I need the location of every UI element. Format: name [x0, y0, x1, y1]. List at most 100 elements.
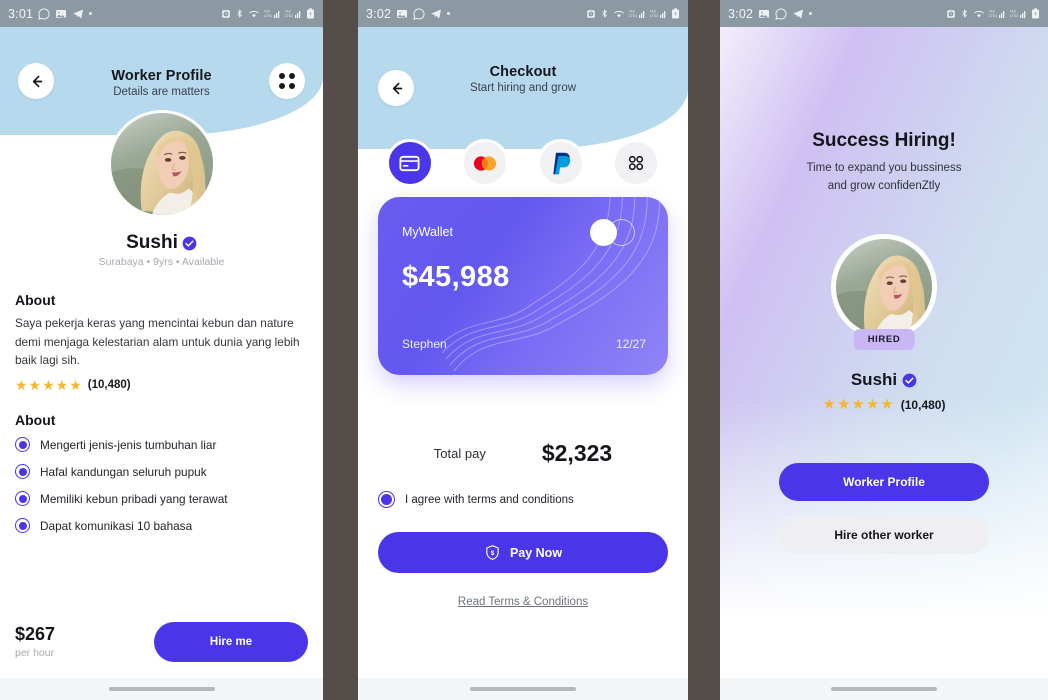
back-button[interactable]	[18, 63, 54, 99]
profile-name: Sushi	[850, 370, 898, 389]
rating-row: ★★★★★ (10,480)	[720, 397, 1048, 412]
profile-name: Sushi	[126, 232, 178, 253]
read-terms-link[interactable]: Read Terms & Conditions	[358, 596, 688, 608]
page-subtitle: Details are matters	[113, 86, 210, 98]
wallet-card[interactable]: MyWallet $45,988 Stephen 12/27	[378, 197, 668, 375]
app-bar-titles: Checkout Start hiring and grow	[414, 64, 632, 94]
about-section: About Saya pekerja keras yang mencintai …	[15, 292, 308, 392]
avatar-container	[107, 110, 216, 218]
page-title: Worker Profile	[111, 68, 212, 84]
signal-volte-1-icon: Vol LTE1	[264, 8, 281, 19]
phone-screen-worker-profile: 3:01 Vol LTE1 Vol LTE2 Worker Profile De…	[0, 0, 323, 700]
total-pay-row: Total pay $2,323	[378, 440, 668, 467]
signal-volte-2-icon: Vol LTE2	[650, 8, 667, 19]
telegram-icon	[72, 8, 84, 20]
gesture-handle[interactable]	[831, 687, 937, 691]
success-gradient-background	[720, 27, 1048, 700]
radio-selected-icon	[15, 518, 30, 533]
back-button[interactable]	[378, 70, 414, 106]
telegram-icon	[792, 8, 804, 20]
avatar-photo	[110, 113, 213, 215]
svg-text:Vol: Vol	[629, 9, 635, 14]
telegram-icon	[430, 8, 442, 20]
list-item[interactable]: Dapat komunikasi 10 bahasa	[15, 518, 308, 533]
battery-icon	[671, 8, 680, 19]
wifi-icon	[248, 9, 260, 19]
status-bar: 3:02 Vol LTE1 Vol LTE2	[358, 0, 688, 27]
total-pay-value: $2,323	[541, 440, 613, 466]
status-time: 3:02	[366, 6, 392, 21]
battery-icon	[306, 8, 315, 19]
whatsapp-icon	[775, 7, 787, 20]
gesture-handle[interactable]	[108, 687, 215, 691]
skills-title: About	[15, 412, 56, 428]
rating-count: (10,480)	[87, 378, 131, 391]
photos-icon	[396, 8, 408, 20]
radio-selected-icon	[15, 491, 30, 506]
pay-now-label: Pay Now	[509, 545, 563, 560]
svg-text:LTE2: LTE2	[1010, 14, 1018, 18]
list-item[interactable]: Mengerti jenis-jenis tumbuhan liar	[15, 437, 308, 452]
back-arrow-icon	[392, 82, 402, 94]
skills-section: About Mengerti jenis-jenis tumbuhan liar…	[15, 412, 308, 533]
checkbox-checked-icon[interactable]	[378, 491, 395, 508]
card-balance: $45,988	[402, 261, 510, 293]
status-bar: 3:02 Vol LTE1 Vol LTE2	[720, 0, 1048, 27]
gesture-nav-bar[interactable]	[0, 678, 323, 700]
svg-text:LTE2: LTE2	[650, 14, 658, 18]
terms-checkbox-row[interactable]: I agree with terms and conditions	[378, 491, 574, 508]
page-title: Checkout	[489, 64, 557, 80]
svg-text:Vol: Vol	[650, 9, 656, 14]
star-rating-icons: ★★★★★	[15, 376, 83, 393]
hire-me-button[interactable]: Hire me	[154, 622, 308, 662]
payment-icon-wrap	[612, 139, 661, 187]
avatar-container: HIRED	[831, 234, 937, 350]
status-bar-left: 3:01	[8, 7, 93, 21]
price-unit: per hour	[15, 646, 55, 659]
hire-other-worker-button[interactable]: Hire other worker	[779, 516, 989, 554]
svg-text:LTE1: LTE1	[629, 14, 637, 18]
card-expiry: 12/27	[615, 337, 646, 351]
status-time: 3:02	[728, 6, 754, 21]
four-dots-icon	[279, 73, 295, 89]
shield-dollar-icon: $	[486, 545, 499, 560]
pay-now-button[interactable]: $ Pay Now	[378, 532, 668, 573]
payment-icon-wrap	[536, 139, 585, 187]
gesture-nav-bar[interactable]	[720, 678, 1048, 700]
success-subtitle-line2: and grow confidenZtly	[827, 179, 941, 192]
screenshot-stage: 3:01 Vol LTE1 Vol LTE2 Worker Profile De…	[0, 0, 1048, 700]
dot-icon	[447, 12, 451, 15]
gesture-nav-bar[interactable]	[358, 678, 688, 700]
about-title: About	[15, 292, 56, 308]
svg-text:LTE1: LTE1	[989, 14, 997, 18]
signal-volte-1-icon: Vol LTE1	[989, 8, 1006, 19]
svg-text:Vol: Vol	[264, 9, 270, 14]
paypal-icon	[553, 152, 570, 174]
avatar-photo	[836, 239, 932, 335]
card-name: MyWallet	[402, 225, 453, 239]
list-item-label: Memiliki kebun pribadi yang terawat	[40, 491, 228, 506]
svg-text:$: $	[491, 550, 495, 557]
signal-volte-2-icon: Vol LTE2	[1010, 8, 1027, 19]
status-bar-right: Vol LTE1 Vol LTE2	[586, 8, 680, 19]
more-options-button[interactable]	[269, 63, 305, 99]
card-holder: Stephen	[402, 337, 447, 351]
alarm-icon	[586, 9, 596, 19]
worker-profile-button[interactable]: Worker Profile	[779, 463, 989, 501]
card-brand-circles-icon	[590, 219, 642, 246]
list-item[interactable]: Hafal kandungan seluruh pupuk	[15, 464, 308, 479]
about-text: Saya pekerja keras yang mencintai kebun …	[15, 316, 300, 368]
status-badge: HIRED	[853, 329, 915, 350]
svg-text:LTE2: LTE2	[285, 14, 293, 18]
rating-count: (10,480)	[900, 397, 946, 412]
status-bar-left: 3:02	[728, 6, 813, 21]
list-item-label: Dapat komunikasi 10 bahasa	[40, 518, 193, 533]
svg-text:Vol: Vol	[1010, 9, 1016, 14]
status-bar-right: Vol LTE1 Vol LTE2	[221, 8, 315, 19]
alarm-icon	[221, 9, 231, 19]
list-item-label: Hafal kandungan seluruh pupuk	[40, 464, 207, 479]
list-item[interactable]: Memiliki kebun pribadi yang terawat	[15, 491, 308, 506]
back-arrow-icon	[32, 75, 42, 87]
gesture-handle[interactable]	[470, 687, 576, 691]
wifi-icon	[613, 9, 625, 19]
